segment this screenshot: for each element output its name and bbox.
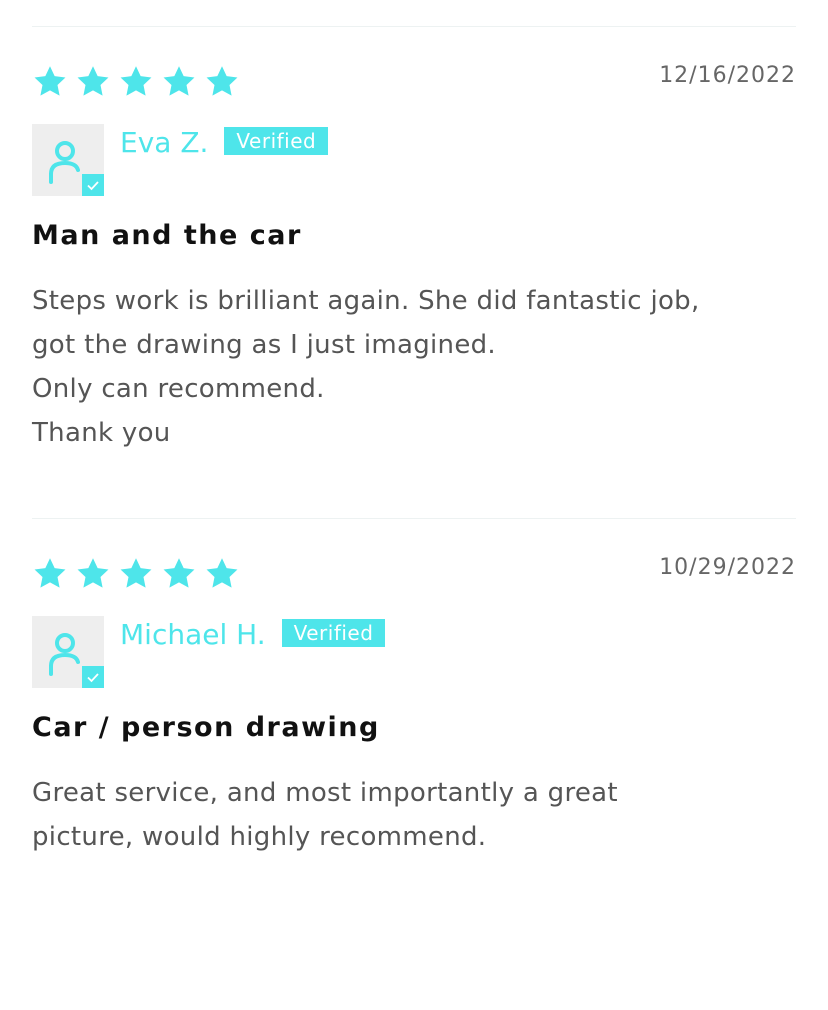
avatar [32, 124, 104, 196]
review-item: 10/29/2022 Michael H. Verified Car / pers… [32, 518, 796, 1010]
star-icon [204, 556, 240, 592]
star-icon [204, 64, 240, 100]
star-icon [161, 64, 197, 100]
review-title: Car / person drawing [32, 712, 380, 743]
star-icon [118, 556, 154, 592]
review-body-line: picture, would highly recommend. [32, 822, 487, 852]
star-icon [75, 64, 111, 100]
review-item: 12/16/2022 Eva Z. Verified Man and the ca… [32, 26, 796, 518]
review-date: 10/29/2022 [659, 555, 796, 580]
star-icon [161, 556, 197, 592]
review-title: Man and the car [32, 220, 302, 251]
author-name: Eva Z. [120, 126, 209, 159]
avatar [32, 616, 104, 688]
review-list: 12/16/2022 Eva Z. Verified Man and the ca… [32, 26, 796, 1010]
review-body-line: Steps work is brilliant again. She did f… [32, 286, 700, 316]
review-body-line: Only can recommend. [32, 374, 325, 404]
star-rating [32, 556, 247, 592]
verified-check-icon [82, 666, 104, 688]
review-body-line: Great service, and most importantly a gr… [32, 778, 618, 808]
review-body-line: got the drawing as I just imagined. [32, 330, 497, 360]
author-line: Eva Z. Verified [120, 126, 329, 159]
star-icon [32, 556, 68, 592]
review-body: Steps work is brilliant again. She did f… [32, 279, 796, 455]
star-icon [75, 556, 111, 592]
verified-check-icon [82, 174, 104, 196]
review-body: Great service, and most importantly a gr… [32, 771, 796, 859]
verified-badge: Verified [281, 619, 386, 647]
author-name: Michael H. [120, 618, 266, 651]
review-body-line: Thank you [32, 418, 171, 448]
star-icon [32, 64, 68, 100]
verified-badge: Verified [224, 127, 329, 155]
review-date: 12/16/2022 [659, 63, 796, 88]
author-line: Michael H. Verified [120, 618, 386, 651]
star-rating [32, 64, 247, 100]
star-icon [118, 64, 154, 100]
